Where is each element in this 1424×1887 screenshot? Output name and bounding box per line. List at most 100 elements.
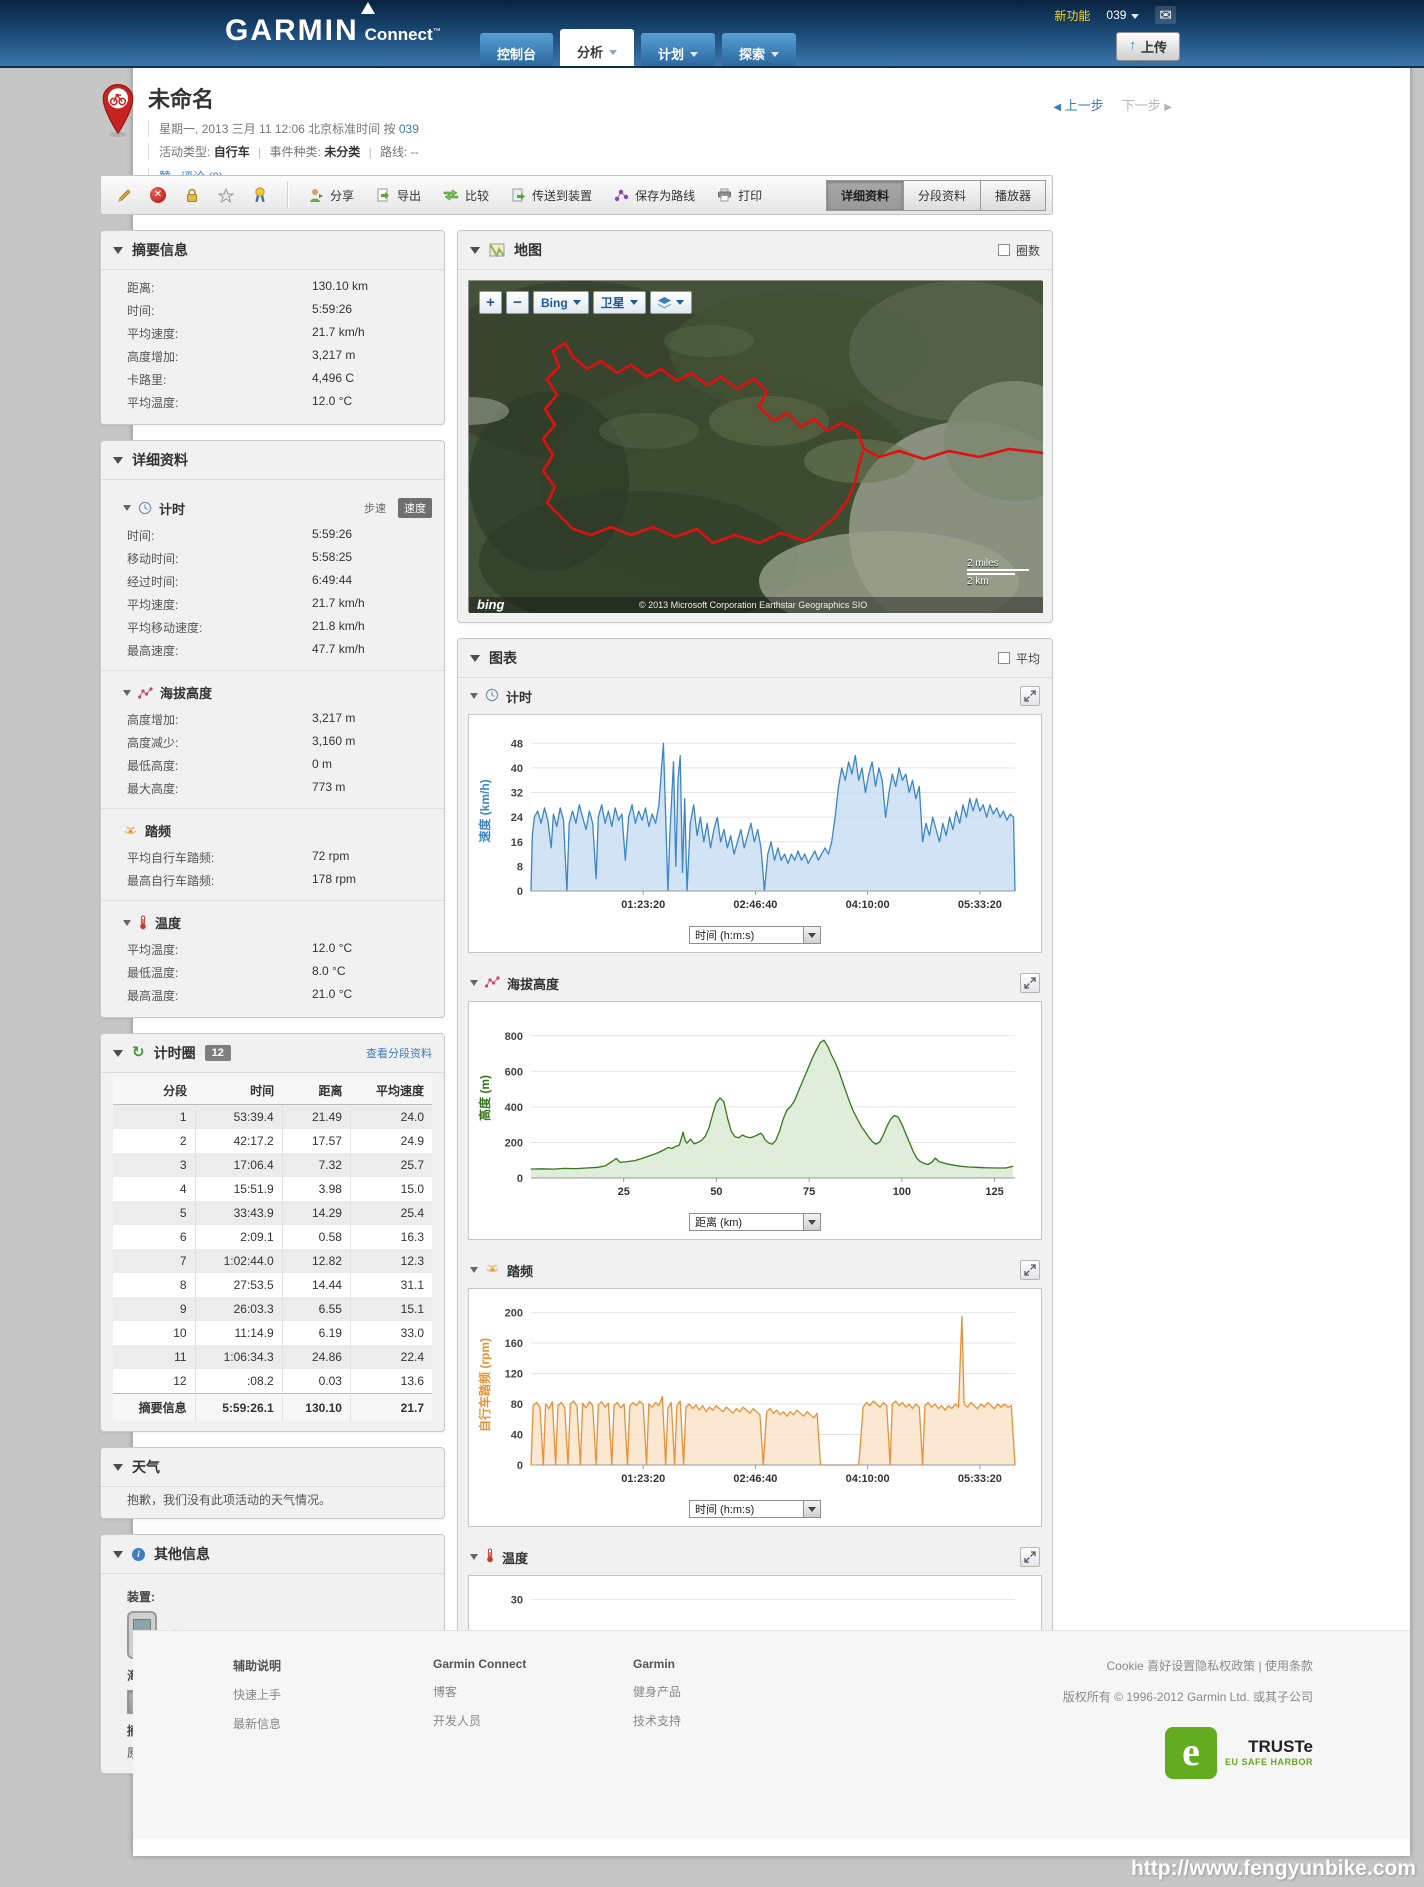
chart-subheader[interactable]: 计时 — [468, 682, 1042, 714]
nav-tab-plan[interactable]: 计划 — [641, 33, 716, 66]
table-row: 2 42:17.2 17.57 24.9 — [113, 1129, 432, 1153]
chart-subheader[interactable]: 温度 — [468, 1543, 1042, 1575]
cookie-policy-link[interactable]: Cookie 喜好设置隐私权政策 — [1106, 1659, 1255, 1673]
chart-subheader[interactable]: 踏频 — [468, 1256, 1042, 1288]
cadence-subheader[interactable]: 踏频 — [101, 815, 444, 846]
route-dots-icon — [614, 189, 629, 201]
stat-row: 平均温度: 12.0 °C — [101, 391, 444, 414]
terms-link[interactable]: 使用条款 — [1265, 1659, 1313, 1673]
chart-x-axis-dropdown[interactable]: 时间 (h:m:s) — [689, 1500, 821, 1518]
map-provider-dropdown[interactable]: Bing — [533, 291, 589, 314]
view-splits-link[interactable]: 查看分段资料 — [366, 1045, 432, 1061]
user-menu[interactable]: 039 — [1106, 8, 1140, 22]
nav-tab-dashboard[interactable]: 控制台 — [480, 33, 554, 66]
favorite-button[interactable] — [209, 182, 243, 208]
summary-panel: 摘要信息 距离: 130.10 km 时间: 5:59:26 平均速度: 21.7 km/… — [100, 230, 445, 425]
pace-toggle[interactable]: 步速 — [358, 498, 392, 518]
other-info-panel-header[interactable]: i 其他信息 — [101, 1535, 444, 1574]
save-as-course-button[interactable]: 保存为路线 — [603, 182, 706, 208]
compare-button[interactable]: 比较 — [432, 182, 500, 208]
chart-expand-button[interactable] — [1020, 1547, 1040, 1567]
footer-column-title: Garmin — [633, 1657, 676, 1671]
print-button[interactable]: 打印 — [706, 182, 773, 208]
weather-panel-header[interactable]: 天气 — [101, 1448, 444, 1487]
delete-button[interactable]: ✕ — [141, 182, 175, 208]
stat-value: 72 rpm — [312, 849, 350, 863]
nav-tab-analyze[interactable]: 分析 — [560, 29, 635, 66]
view-details-button[interactable]: 详细资料 — [825, 179, 904, 211]
garmin-delta-icon — [361, 2, 375, 14]
achievement-button[interactable] — [243, 182, 277, 208]
table-row: 12:08.2 0.03 13.6 — [113, 1369, 432, 1394]
send-to-device-button[interactable]: 传送到装置 — [500, 182, 603, 208]
chart-svg-cadence: 0 40 80 120 160 200 01:23:20 02:46:40 04:10:00 05… — [477, 1308, 1016, 1485]
chart-expand-button[interactable] — [1020, 686, 1040, 706]
speed-toggle[interactable]: 速度 — [398, 498, 432, 518]
new-features-link[interactable]: 新功能 — [1054, 7, 1090, 24]
stat-value: 47.7 km/h — [312, 642, 365, 656]
chevron-down-icon — [675, 300, 684, 305]
svg-text:200: 200 — [505, 1137, 523, 1149]
chart-expand-button[interactable] — [1020, 1260, 1040, 1280]
stat-label: 高度减少: — [127, 736, 179, 750]
chart-x-axis-dropdown[interactable]: 时间 (h:m:s) — [689, 926, 821, 944]
footer-link[interactable]: 开发人员 — [433, 1712, 633, 1729]
footer-link[interactable]: 快速上手 — [233, 1686, 433, 1703]
table-row: 9 26:03.3 6.55 15.1 — [113, 1297, 432, 1321]
footer-link[interactable]: 健身产品 — [633, 1683, 833, 1700]
lap-cell: 12.3 — [349, 1249, 432, 1273]
view-splits-button[interactable]: 分段资料 — [903, 179, 981, 211]
stat-label: 最高自行车踏频: — [127, 874, 215, 888]
copyright-text: 版权所有 © 1996-2012 Garmin Ltd. 或其子公司 — [1062, 1690, 1313, 1704]
activity-header: 未命名 星期一, 2013 三月 11 12:06 北京标准时间 按 039 活… — [100, 82, 419, 185]
privacy-button[interactable] — [175, 182, 209, 208]
share-button[interactable]: 分享 — [298, 182, 365, 208]
prev-arrow-icon: ◀ — [1053, 102, 1062, 113]
prev-link[interactable]: ◀ 上一步 — [1053, 95, 1103, 114]
footer-link[interactable]: 最新信息 — [233, 1715, 433, 1732]
next-link[interactable]: 下一步 ▶ — [1122, 95, 1172, 114]
mail-icon[interactable]: ✉ — [1155, 6, 1176, 24]
laps-overlay-checkbox[interactable] — [997, 244, 1010, 256]
zoom-out-button[interactable]: − — [506, 291, 529, 314]
garmin-logo[interactable]: GARMIN Connect™ — [225, 2, 441, 48]
chart-subheader[interactable]: 海拔高度 — [468, 969, 1042, 1001]
stat-label: 经过时间: — [127, 575, 179, 589]
elevation-subheader[interactable]: 海拔高度 — [101, 677, 444, 708]
table-row: 6 2:09.1 0.58 16.3 — [113, 1225, 432, 1249]
chevron-down-icon — [609, 50, 618, 55]
upload-arrow-icon: ↑ — [1129, 37, 1136, 52]
map-layers-dropdown[interactable] — [649, 291, 692, 314]
owner-link[interactable]: 039 — [399, 122, 419, 136]
details-panel-header[interactable]: 详细资料 — [101, 441, 444, 480]
zoom-in-button[interactable]: + — [479, 291, 502, 314]
footer-link[interactable]: 博客 — [433, 1683, 633, 1700]
stat-value: 3,217 m — [312, 348, 356, 362]
export-button[interactable]: 导出 — [365, 182, 432, 208]
timing-subheader[interactable]: 计时 步速 速度 — [101, 492, 444, 524]
laps-panel-header[interactable]: ↻ 计时圈 12 查看分段资料 — [101, 1034, 444, 1073]
map-canvas[interactable]: bing © 2013 Microsoft Corporation Earths… — [458, 280, 1052, 622]
view-player-button[interactable]: 播放器 — [980, 179, 1046, 211]
upload-button[interactable]: ↑ 上传 — [1116, 32, 1180, 61]
temperature-subheader[interactable]: 温度 — [101, 907, 444, 938]
chart-expand-button[interactable] — [1020, 973, 1040, 993]
clock-icon — [138, 501, 152, 515]
summary-panel-header[interactable]: 摘要信息 — [101, 231, 444, 270]
footer-link[interactable]: 技术支持 — [633, 1712, 833, 1729]
edit-button[interactable] — [107, 182, 141, 208]
svg-text:05:33:20: 05:33:20 — [958, 1473, 1002, 1485]
truste-logo[interactable]: e TRUSTe EU SAFE HARBOR — [1164, 1727, 1313, 1779]
map-panel-header[interactable]: 地图 圈数 — [458, 231, 1052, 270]
nav-tab-explore[interactable]: 探索 — [722, 33, 797, 66]
chart-x-axis-dropdown[interactable]: 距离 (km) — [689, 1213, 821, 1231]
svg-text:05:33:20: 05:33:20 — [958, 899, 1002, 911]
chevron-down-icon — [572, 300, 581, 305]
stat-label: 时间: — [127, 304, 155, 318]
lap-cell: 0.03 — [281, 1369, 351, 1394]
bing-logo[interactable]: bing — [477, 597, 504, 612]
map-view-dropdown[interactable]: 卫星 — [592, 291, 646, 314]
average-overlay-checkbox[interactable] — [997, 652, 1010, 664]
charts-panel-header[interactable]: 图表 平均 — [458, 639, 1052, 678]
watermark-url: http://www.fengyunbike.com — [1130, 1857, 1416, 1880]
